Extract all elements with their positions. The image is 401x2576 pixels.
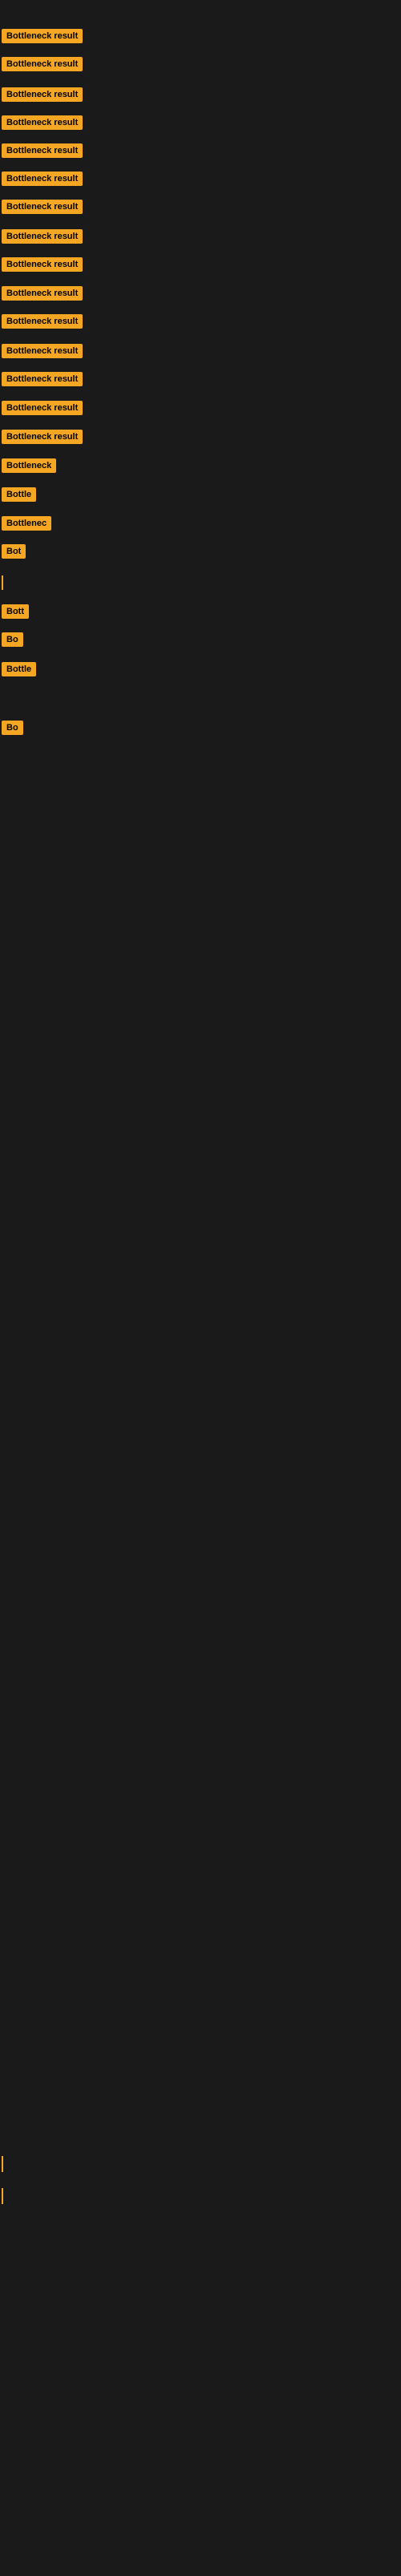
bottleneck-badge: Bottlenec xyxy=(2,516,51,531)
bottleneck-badge: Bottleneck result xyxy=(2,115,83,130)
bottleneck-badge: Bottleneck xyxy=(2,458,56,473)
vline-marker-2 xyxy=(2,2188,3,2204)
vline-marker-1 xyxy=(2,2156,3,2172)
bottleneck-badge: Bottleneck result xyxy=(2,257,83,272)
bottleneck-badge: Bottleneck result xyxy=(2,401,83,415)
bottleneck-badge: Bottleneck result xyxy=(2,344,83,358)
bottleneck-badge: Bottleneck result xyxy=(2,57,83,71)
bottleneck-badge: Bottleneck result xyxy=(2,430,83,444)
bottleneck-badge: Bottleneck result xyxy=(2,314,83,329)
bottleneck-badge: Bot xyxy=(2,544,26,559)
bottleneck-badge: Bottle xyxy=(2,487,36,502)
bottleneck-badge: Bottleneck result xyxy=(2,372,83,386)
bottleneck-badge: Bott xyxy=(2,604,29,619)
bottleneck-badge: Bo xyxy=(2,632,23,647)
bottleneck-badge: Bottleneck result xyxy=(2,200,83,214)
bottleneck-badge: Bottleneck result xyxy=(2,143,83,158)
bottleneck-badge: Bottle xyxy=(2,662,36,676)
vline-marker xyxy=(2,575,3,590)
site-title xyxy=(0,0,401,11)
bottleneck-badge: Bo xyxy=(2,721,23,735)
bottleneck-badge: Bottleneck result xyxy=(2,29,83,43)
bottleneck-badge: Bottleneck result xyxy=(2,286,83,301)
bottleneck-badge: Bottleneck result xyxy=(2,87,83,102)
bottleneck-badge: Bottleneck result xyxy=(2,229,83,244)
bottleneck-badge: Bottleneck result xyxy=(2,172,83,186)
